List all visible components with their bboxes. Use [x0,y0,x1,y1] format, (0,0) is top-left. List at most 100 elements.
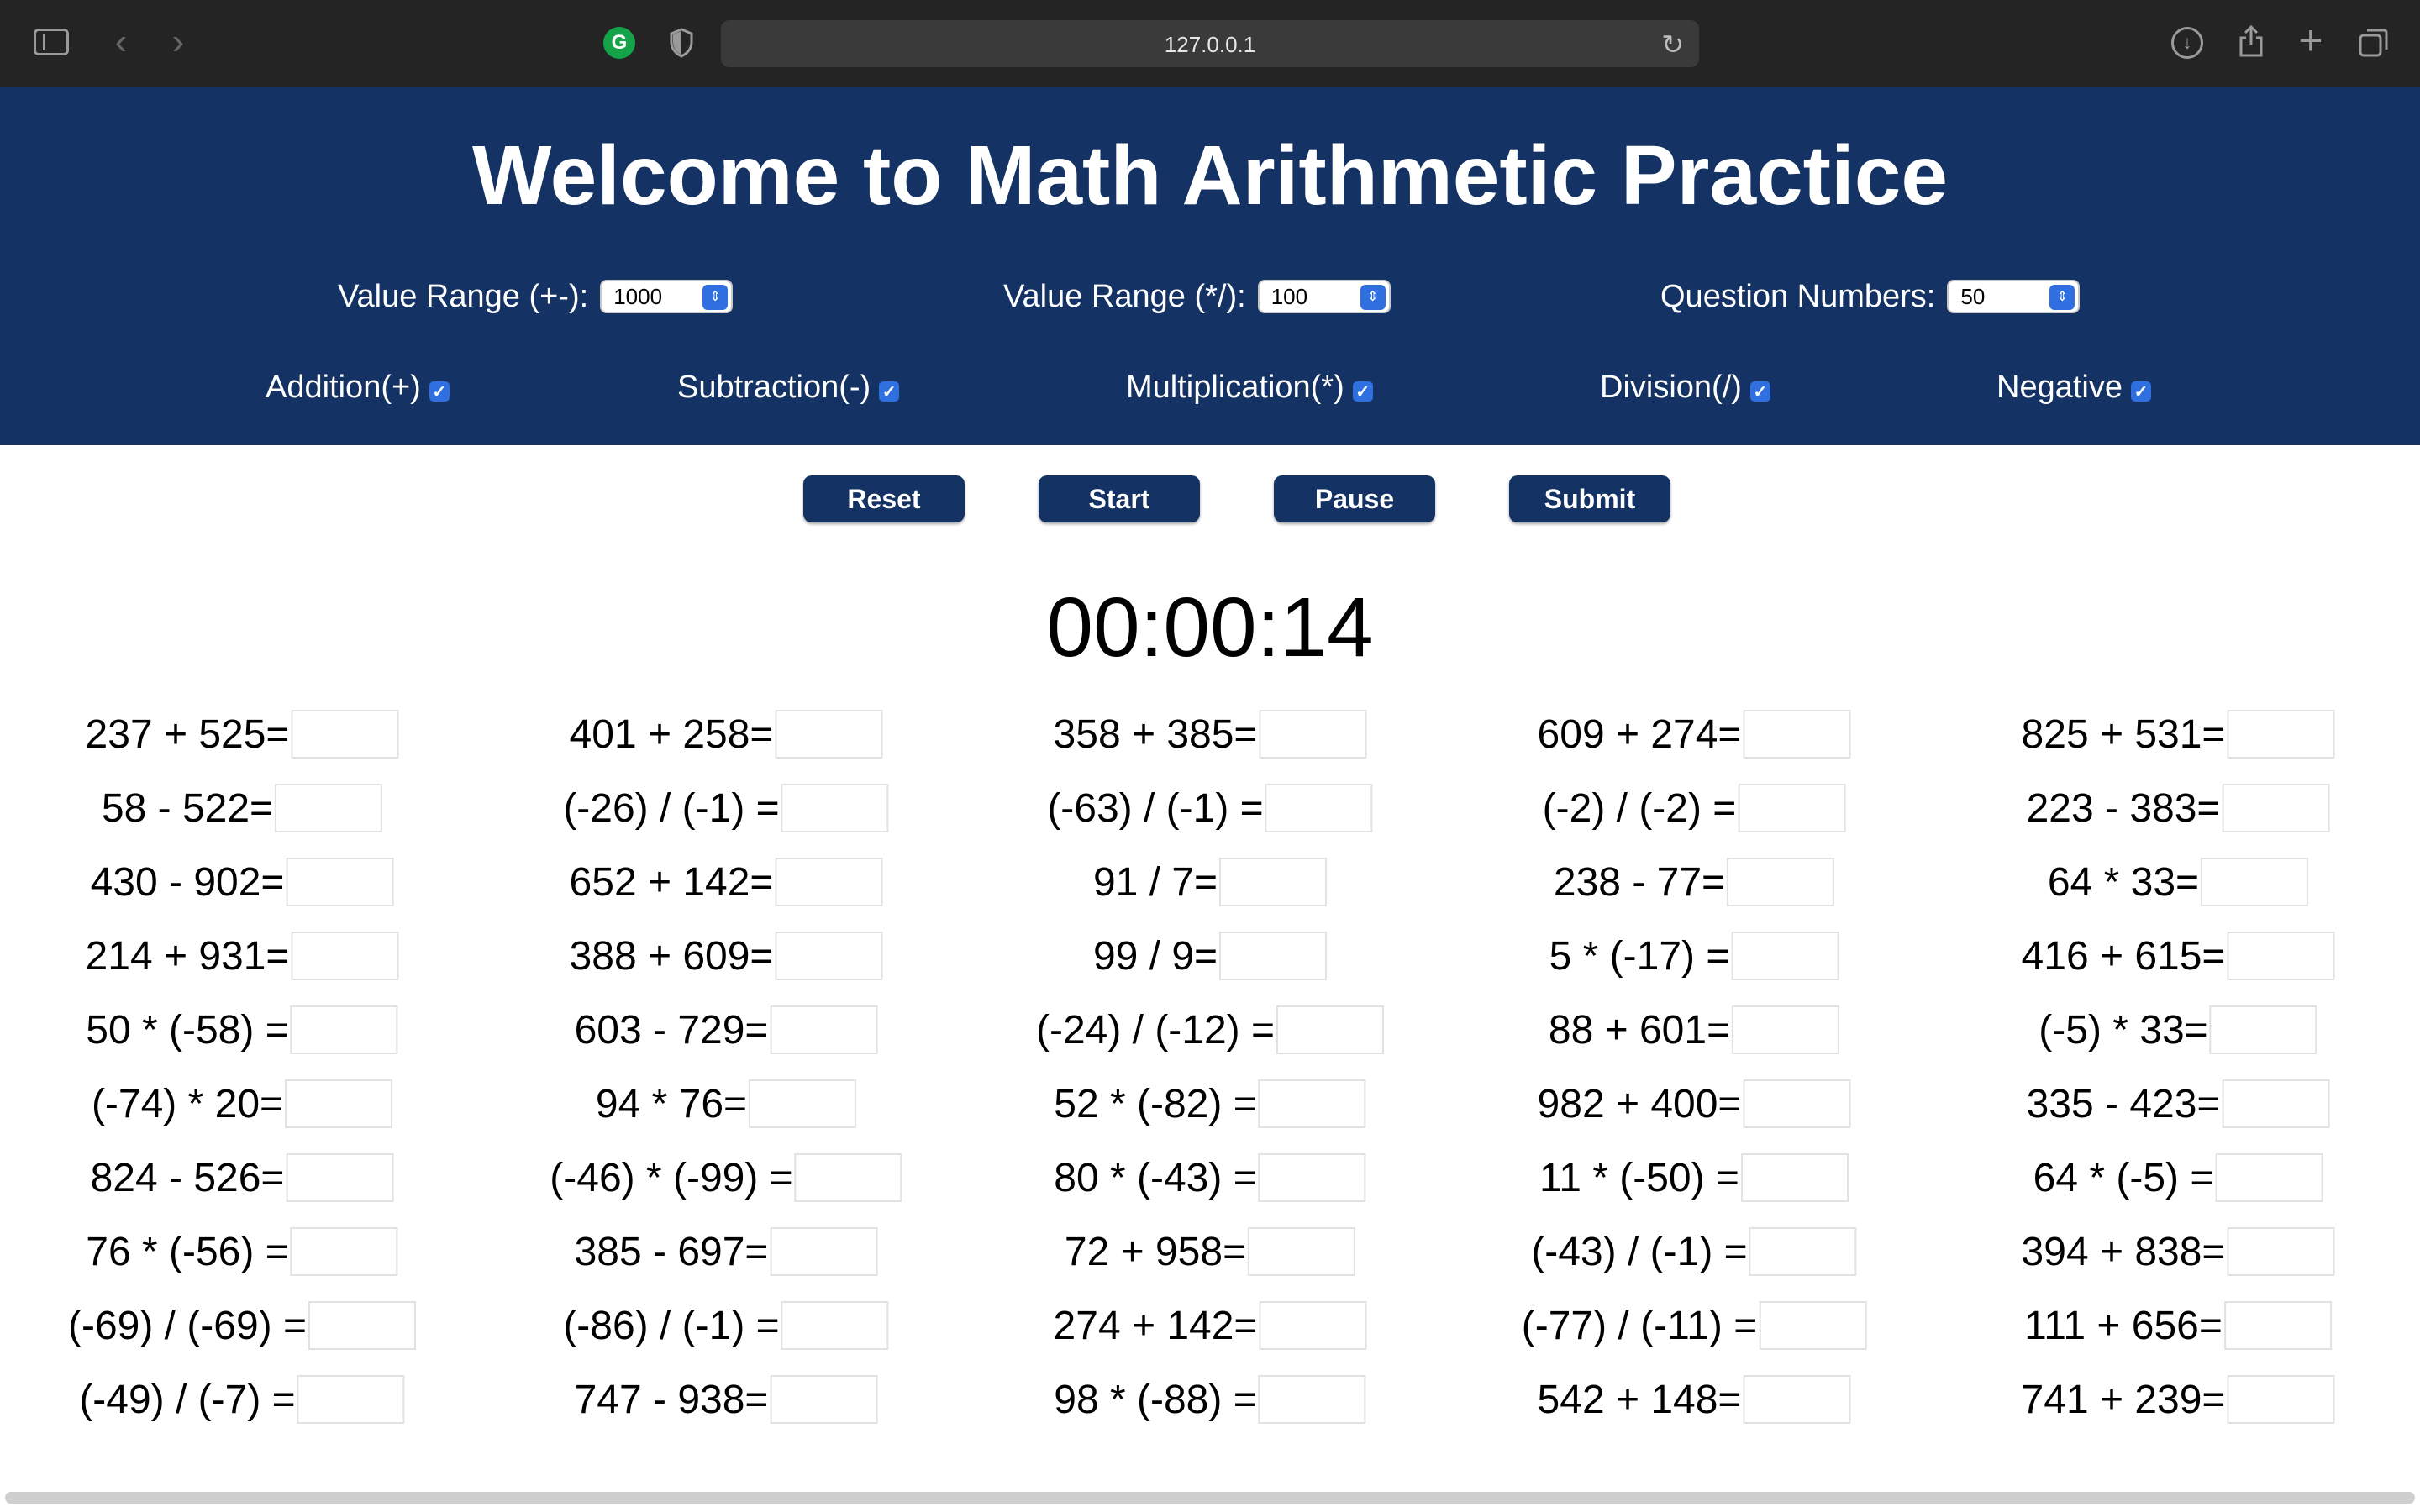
question-item: (-49) / (-7) = [79,1374,405,1425]
answer-input[interactable] [297,1375,405,1424]
answer-input[interactable] [2223,1301,2332,1350]
answer-input[interactable] [770,1227,878,1276]
range-add-setting: Value Range (+-): 1000 ⇕ [338,274,734,319]
download-icon[interactable]: ↓ [2171,27,2203,59]
answer-input[interactable] [2227,1375,2335,1424]
addition-checkbox[interactable]: ✓ [429,381,450,402]
answer-input[interactable] [770,1375,878,1424]
question-expression: (-74) * 20= [91,1081,284,1126]
answer-input[interactable] [1740,1153,1849,1202]
privacy-shield-icon[interactable] [667,27,696,59]
answer-input[interactable] [1749,1227,1857,1276]
answer-input[interactable] [2222,784,2330,832]
answer-input[interactable] [2209,1005,2317,1054]
answer-input[interactable] [775,858,883,906]
address-bar[interactable]: 127.0.0.1 ↻ [721,20,1699,67]
answer-input[interactable] [1759,1301,1867,1350]
answer-input[interactable] [1265,784,1373,832]
division-checkbox[interactable]: ✓ [1749,381,1770,402]
answer-input[interactable] [2215,1153,2323,1202]
answer-input[interactable] [1732,1005,1840,1054]
new-tab-plus-icon[interactable]: + [2294,17,2328,64]
answer-input[interactable] [286,1153,394,1202]
answer-input[interactable] [286,858,394,906]
answer-input[interactable] [2227,1227,2335,1276]
sidebar-toggle-icon[interactable] [34,29,69,55]
answer-input[interactable] [2222,1079,2330,1128]
question-expression: (-77) / (-11) = [1521,1303,1758,1348]
question-expression: 80 * (-43) = [1054,1155,1257,1200]
elapsed-timer: 00:00:14 [1046,580,1374,675]
answer-input[interactable] [308,1301,417,1350]
answer-input[interactable] [2227,710,2335,759]
question-item: 825 + 531= [2022,709,2335,759]
answer-input[interactable] [1219,858,1328,906]
submit-button[interactable]: Submit [1509,475,1670,522]
share-icon[interactable] [2235,22,2267,60]
answer-input[interactable] [2227,932,2335,980]
answer-input[interactable] [285,1079,393,1128]
answer-input[interactable] [1743,710,1851,759]
answer-input[interactable] [1738,784,1846,832]
back-arrow-icon[interactable]: ‹ [104,21,138,62]
answer-input[interactable] [794,1153,902,1202]
question-expression: 5 * (-17) = [1549,933,1730,979]
answer-input[interactable] [291,932,399,980]
answer-input[interactable] [1258,1375,1366,1424]
reload-icon[interactable]: ↻ [1661,29,1684,60]
answer-input[interactable] [275,784,383,832]
tab-overview-icon[interactable] [2358,27,2390,59]
question-item: 274 + 142= [1054,1300,1367,1351]
answer-input[interactable] [1743,1375,1851,1424]
question-expression: 358 + 385= [1053,711,1258,757]
question-item: 80 * (-43) = [1054,1152,1366,1203]
answer-input[interactable] [1259,1301,1367,1350]
question-item: (-46) * (-99) = [550,1152,902,1203]
question-expression: 214 + 931= [85,933,290,979]
reset-button[interactable]: Reset [803,475,965,522]
answer-input[interactable] [770,1005,878,1054]
question-item: (-86) / (-1) = [563,1300,889,1351]
answer-input[interactable] [1727,858,1835,906]
answer-input[interactable] [1248,1227,1356,1276]
op-subtraction: Subtraction(-) ✓ [677,365,900,410]
range-mul-setting: Value Range (*/): 100 ⇕ [1003,274,1391,319]
multiplication-checkbox[interactable]: ✓ [1352,381,1373,402]
answer-input[interactable] [1276,1005,1385,1054]
answer-input[interactable] [1219,932,1328,980]
question-expression: 430 - 902= [90,859,285,905]
answer-input[interactable] [1258,1153,1366,1202]
answer-input[interactable] [749,1079,857,1128]
forward-arrow-icon[interactable]: › [161,21,195,62]
answer-input[interactable] [1258,1079,1366,1128]
question-expression: 274 + 142= [1053,1303,1258,1348]
answer-input[interactable] [775,932,883,980]
question-item: 542 + 148= [1538,1374,1851,1425]
horizontal-scrollbar[interactable] [5,1492,2415,1504]
answer-input[interactable] [775,710,883,759]
answer-input[interactable] [290,1227,398,1276]
question-item: 11 * (-50) = [1539,1152,1849,1203]
start-button[interactable]: Start [1039,475,1200,522]
range-add-select[interactable]: 1000 ⇕ [600,280,734,313]
question-expression: (-43) / (-1) = [1531,1229,1748,1274]
question-item: (-74) * 20= [91,1079,393,1129]
answer-input[interactable] [781,1301,889,1350]
question-item: 58 - 522= [102,783,383,833]
answer-input[interactable] [2201,858,2309,906]
question-expression: (-5) * 33= [2039,1007,2208,1053]
answer-input[interactable] [290,1005,398,1054]
subtraction-checkbox[interactable]: ✓ [879,381,900,402]
answer-input[interactable] [1259,710,1367,759]
pause-button[interactable]: Pause [1274,475,1435,522]
question-item: (-69) / (-69) = [68,1300,417,1351]
answer-input[interactable] [781,784,889,832]
answer-input[interactable] [1743,1079,1851,1128]
answer-input[interactable] [291,710,399,759]
grammarly-icon[interactable]: G [603,27,635,59]
range-mul-select[interactable]: 100 ⇕ [1257,280,1391,313]
negative-checkbox[interactable]: ✓ [2130,381,2151,402]
question-item: 358 + 385= [1054,709,1367,759]
answer-input[interactable] [1731,932,1839,980]
question-count-select[interactable]: 50 ⇕ [1947,280,2081,313]
